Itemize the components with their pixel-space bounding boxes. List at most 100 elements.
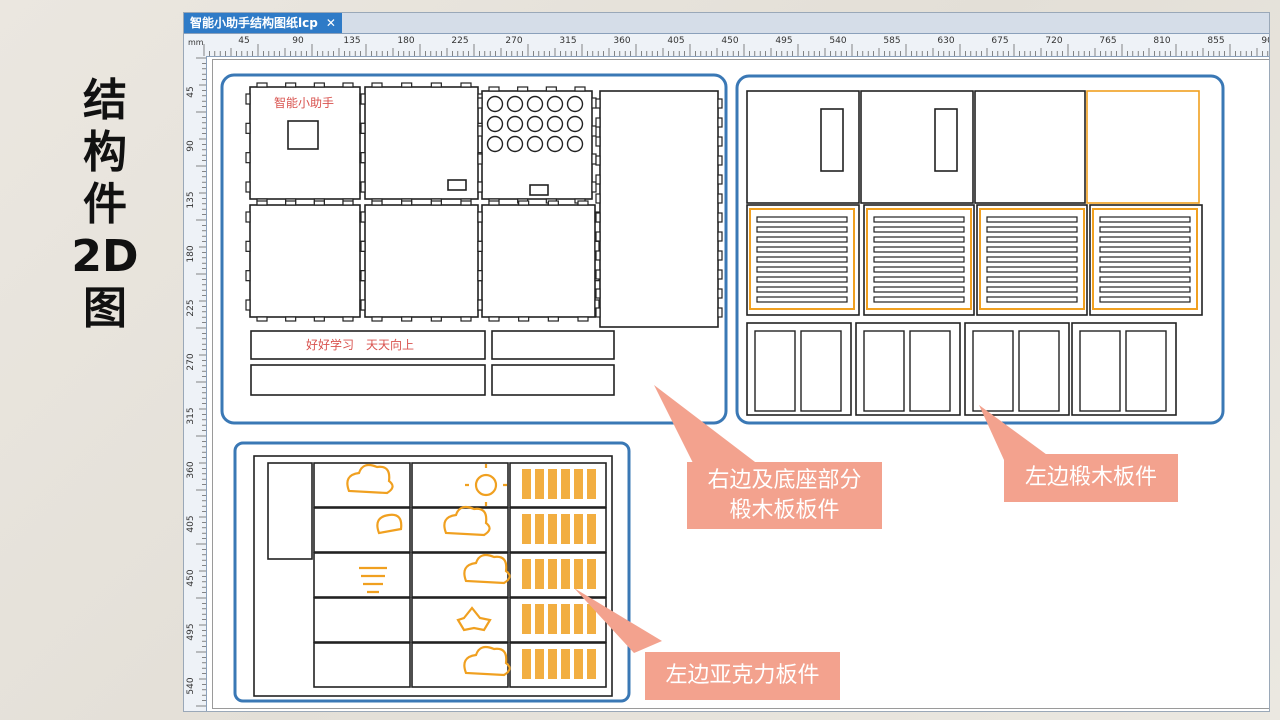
part-strip	[491, 330, 615, 360]
part-cutout	[287, 120, 319, 150]
grille-slat	[873, 276, 965, 283]
finger-joint	[574, 86, 586, 92]
finger-joint	[360, 211, 366, 223]
finger-joint	[477, 125, 483, 137]
finger-joint	[547, 316, 559, 322]
grille-slat	[756, 226, 848, 233]
finger-joint	[595, 98, 601, 109]
panel-b-parts	[746, 90, 1203, 416]
grille-slat	[986, 216, 1078, 223]
acrylic-part	[313, 597, 411, 643]
engraved-text-block	[574, 649, 583, 679]
callout-pointer	[979, 405, 1054, 460]
finger-joint	[245, 181, 251, 193]
finger-joint	[371, 82, 383, 88]
finger-joint	[401, 316, 413, 322]
group-frame-right-base	[220, 73, 728, 425]
speaker-hole	[526, 95, 544, 113]
callout-left-acrylic: 左边亚克力板件	[645, 652, 840, 700]
acrylic-part	[313, 642, 411, 688]
engraved-text-block	[535, 559, 544, 589]
door-panel	[863, 330, 905, 412]
grille-slat	[873, 246, 965, 253]
slide-title-char: 构	[83, 127, 127, 178]
cad-window: 智能小助手结构图纸lcp ✕ mm 45 90 135 180 225 270 315 360…	[183, 12, 1270, 712]
finger-joint	[717, 288, 723, 299]
grille-slat	[1099, 286, 1191, 293]
grille-slat	[986, 256, 1078, 263]
finger-joint	[717, 193, 723, 204]
acrylic-sheet	[253, 455, 613, 697]
engraved-text-block	[587, 559, 596, 589]
door-panel	[1079, 330, 1121, 412]
grille-frame	[979, 208, 1085, 310]
acrylic-part	[411, 462, 509, 508]
speaker-hole	[566, 115, 584, 133]
finger-joint	[717, 269, 723, 280]
engraved-text-block	[561, 469, 570, 499]
acrylic-part	[313, 462, 411, 508]
speaker-hole	[526, 115, 544, 133]
grille-slat	[756, 286, 848, 293]
finger-joint	[595, 231, 601, 242]
finger-joint	[342, 200, 354, 206]
finger-joint	[477, 211, 483, 223]
grille-slat	[1099, 256, 1191, 263]
part-door	[1071, 322, 1177, 416]
grille-slat	[986, 266, 1078, 273]
finger-joint	[401, 82, 413, 88]
finger-joint	[477, 181, 483, 193]
grille-slat	[873, 226, 965, 233]
cloud-icon	[346, 463, 394, 495]
part-strip	[491, 364, 615, 396]
finger-joint	[245, 122, 251, 134]
finger-joint	[313, 316, 325, 322]
grille-slat	[1099, 296, 1191, 303]
part-panel	[481, 204, 596, 318]
finger-joint	[256, 200, 268, 206]
finger-joint	[360, 122, 366, 134]
finger-joint	[342, 316, 354, 322]
door-panel	[800, 330, 842, 412]
cloud-rain-icon	[376, 513, 403, 535]
speaker-hole	[566, 135, 584, 153]
speaker-holes	[486, 95, 584, 153]
finger-joint	[245, 240, 251, 252]
finger-joint	[460, 200, 472, 206]
speaker-hole	[546, 135, 564, 153]
slide-title: 结 构 件 2D 图	[60, 75, 150, 335]
part-strip	[250, 364, 486, 396]
drawing-svg: 智能小助手 好好学习 天天向上	[220, 73, 1225, 703]
slide-title-char: 件	[83, 179, 127, 230]
cloud-rain-icon	[463, 553, 511, 585]
finger-joint	[360, 299, 366, 311]
speaker-hole	[546, 95, 564, 113]
grille-slat	[873, 286, 965, 293]
engraved-text-block	[548, 559, 557, 589]
door-panel	[754, 330, 796, 412]
acrylic-engraving	[522, 469, 596, 679]
grille-frame	[749, 208, 855, 310]
sun-icon	[474, 473, 498, 497]
acrylic-part	[267, 462, 313, 560]
finger-joint	[717, 231, 723, 242]
grille-frame	[866, 208, 972, 310]
finger-joint	[594, 240, 600, 252]
part-panel	[364, 86, 479, 200]
grille-slat	[873, 266, 965, 273]
finger-joint	[245, 152, 251, 164]
finger-joint	[717, 117, 723, 128]
grille-slat	[756, 246, 848, 253]
speaker-hole	[486, 135, 504, 153]
finger-joint	[488, 316, 500, 322]
finger-joint	[477, 153, 483, 165]
finger-joint	[360, 270, 366, 282]
finger-joint	[518, 316, 530, 322]
finger-joint	[460, 82, 472, 88]
slide-title-char: 2D	[71, 231, 139, 282]
part-door	[964, 322, 1070, 416]
finger-joint	[488, 86, 500, 92]
grille-slat	[756, 296, 848, 303]
finger-joint	[717, 136, 723, 147]
part-panel	[249, 204, 361, 318]
